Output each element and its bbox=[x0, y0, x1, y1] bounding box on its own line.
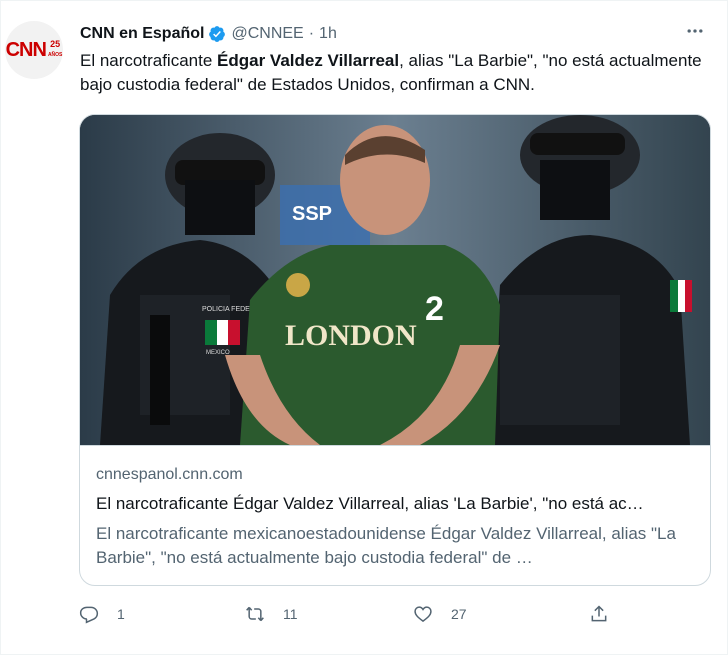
share-icon bbox=[591, 605, 607, 622]
reply-count: 1 bbox=[117, 606, 125, 622]
anniversary-badge: 25 AÑOS bbox=[47, 39, 63, 59]
sign-text: SSP bbox=[292, 203, 332, 225]
tweet[interactable]: CNN 25 AÑOS CNN en Español @CNNEE · 1h E… bbox=[0, 0, 728, 655]
shirt-text: LONDON bbox=[285, 319, 417, 352]
tweet-text-bold: Édgar Valdez Villarreal bbox=[217, 51, 400, 70]
more-dots-icon[interactable] bbox=[683, 21, 707, 41]
timestamp[interactable]: 1h bbox=[319, 25, 337, 43]
author-handle[interactable]: @CNNEE bbox=[231, 25, 303, 43]
link-card[interactable]: SSP POLICIA FEDERAL MEXICO LONDON 2 cnne… bbox=[79, 114, 711, 586]
retweet-button[interactable]: 11 bbox=[245, 599, 298, 629]
verified-badge-icon bbox=[209, 26, 226, 42]
reply-button[interactable]: 1 bbox=[79, 599, 125, 629]
cnn-logo: CNN bbox=[5, 38, 47, 61]
retweet-count: 11 bbox=[283, 606, 298, 622]
card-description: El narcotraficante mexicanoestadounidens… bbox=[96, 524, 676, 567]
like-count: 27 bbox=[451, 606, 467, 622]
card-title: El narcotraficante Édgar Valdez Villarre… bbox=[96, 494, 644, 513]
author-name[interactable]: CNN en Español bbox=[80, 25, 204, 43]
action-bar: 1 11 27 bbox=[79, 599, 639, 629]
heart-icon bbox=[414, 606, 432, 623]
share-button[interactable] bbox=[589, 599, 609, 629]
avatar[interactable]: CNN 25 AÑOS bbox=[5, 21, 63, 79]
like-button[interactable]: 27 bbox=[413, 599, 467, 629]
retweet-icon bbox=[246, 606, 264, 622]
article-photo: SSP POLICIA FEDERAL MEXICO LONDON 2 bbox=[80, 115, 710, 445]
tweet-text: El narcotraficante Édgar Valdez Villarre… bbox=[80, 49, 710, 97]
separator: · bbox=[308, 25, 315, 42]
card-body[interactable]: cnnespanol.cnn.com El narcotraficante Éd… bbox=[80, 445, 710, 585]
tweet-header: CNN en Español @CNNEE · 1h bbox=[80, 23, 337, 45]
shirt-number: 2 bbox=[425, 290, 444, 328]
card-domain: cnnespanol.cnn.com bbox=[96, 466, 243, 483]
reply-icon bbox=[79, 606, 99, 624]
photo-illustration: SSP POLICIA FEDERAL MEXICO LONDON 2 bbox=[80, 115, 710, 445]
tweet-text-part: El narcotraficante bbox=[80, 51, 218, 70]
